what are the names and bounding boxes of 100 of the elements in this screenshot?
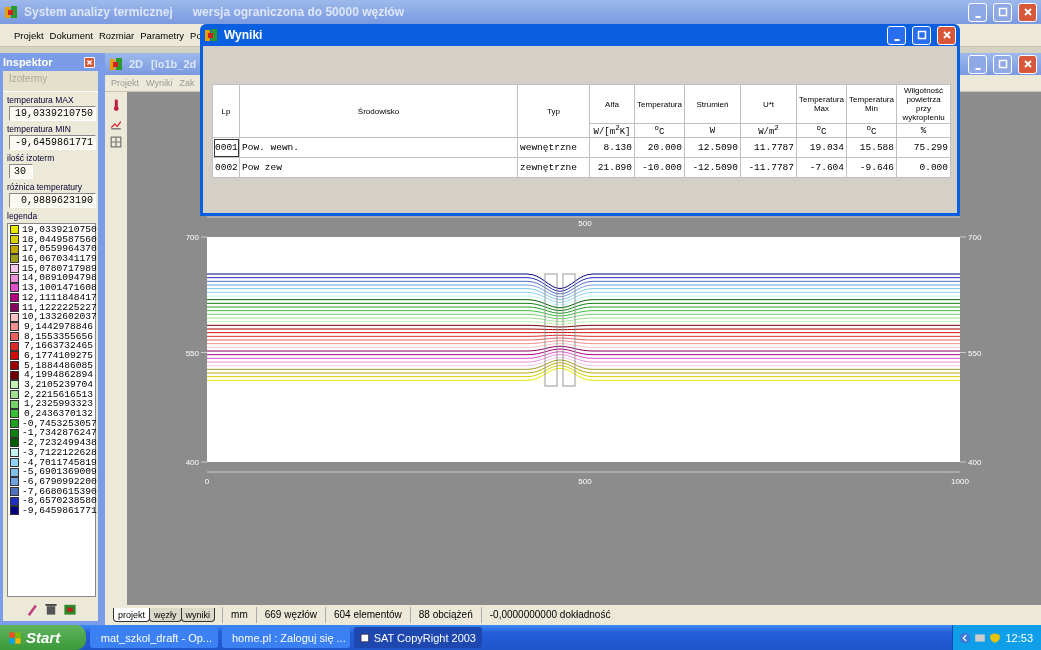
legend-value: 2,2215616513 [22,389,93,400]
column-header: Temperatura Max [796,84,847,124]
legend-value: -5,6901369009 [22,467,97,477]
maximize-icon [997,7,1008,17]
axis-tick-label: 500 [578,219,592,228]
legend-value: 15,0780717989 [22,263,97,274]
table-cell: zewnętrzne [517,157,590,178]
close-button[interactable] [937,25,956,45]
sheet-tab[interactable]: wyniki [180,608,216,622]
close-button[interactable] [1018,2,1037,22]
column-header: Temperatura Min [846,84,897,124]
legend-value: -3,7122122628 [22,447,97,458]
windows-logo-icon [8,630,22,645]
table-cell: -9.646 [846,157,897,178]
table-cell: 0002 [212,157,240,178]
table-cell: 11.7787 [740,137,797,158]
legend-value: -2,7232499438 [22,438,97,448]
legend-value: -7,6680615390 [22,486,97,497]
panel-title: Inspektor [3,56,53,68]
legend-title: legenda [6,210,39,222]
minimize-icon [974,67,981,70]
legend-value: -4,7011745819 [22,457,97,468]
field-label: temperatura MAX [6,94,75,106]
input-field[interactable]: -9,6459861771 [9,135,96,150]
close-icon [1022,59,1033,69]
axis-tick-label: 700 [968,233,982,242]
close-button[interactable] [1018,54,1037,74]
legend-value: -1,7342876247 [22,428,97,439]
unit-header: $^{o}$C [796,123,847,138]
close-icon [86,58,93,66]
document-title: 2D [129,58,144,70]
input-field[interactable]: 0,9889623190 [9,193,96,208]
legend-value: 8,1553355656 [22,331,93,342]
column-header: Strumień [684,84,741,124]
status-text: 604 elementów [325,607,410,623]
status-text: 88 obciążeń [409,607,481,623]
sheet-tab[interactable]: projekt [113,608,150,622]
table-cell: Pow zew [239,157,518,178]
app-icon [204,28,218,42]
table-cell: 0001 [212,137,240,158]
sheet-tab[interactable]: węzły [149,608,182,622]
legend-value: 1,2325993323 [22,399,93,410]
window-subtitle: wersja ograniczona do 50000 węzłów [192,5,405,19]
legend-value: 17,0559964370 [22,244,97,255]
column-header: Środowisko [239,84,518,138]
close-button[interactable] [84,56,95,68]
table-cell: wewnętrzne [517,137,590,158]
legend-value: 9,1442978846 [23,321,93,332]
menu-item[interactable]: Parametry [140,29,185,41]
legend-value: 13,1001471608 [22,283,97,293]
field-label: ilość izoterm [6,152,56,164]
table-cell: 19.034 [796,137,847,158]
minimize-button[interactable] [968,2,987,22]
axis-tick-label: 500 [578,477,592,486]
close-icon [941,30,952,40]
maximize-button[interactable] [912,25,931,45]
field-label: temperatura MIN [6,123,72,135]
axis-tick-label: 700 [185,233,199,242]
legend-value: 11,1222225227 [22,302,97,313]
taskbar-button[interactable]: mat_szkol_draft - Op... [90,627,218,648]
legend-value: 4,1994862894 [22,370,93,380]
line-chart-icon [109,118,123,130]
menu-item[interactable]: Rozmiar [98,29,135,41]
legend-value: 6,1774109275 [22,350,93,361]
axis-tick-label: 0 [204,477,210,486]
table-cell: 12.5090 [684,137,741,158]
unit-header: W/m$^{2}$ [740,123,797,138]
input-field[interactable]: 30 [9,164,33,179]
legend-value: 0,2436370132 [22,409,93,419]
grid-icon [110,136,122,148]
maximize-button[interactable] [993,2,1012,22]
minimize-button[interactable] [887,25,906,45]
column-header: Temperatura [634,84,685,124]
building-icon [62,602,77,616]
shield-icon [989,631,1001,644]
menu-item[interactable]: Projekt [14,29,44,41]
column-header: U*t [740,84,797,124]
input-field[interactable]: 19,0339210750 [9,106,96,121]
column-header: Typ [517,84,590,138]
unit-header: W/[m$^{2}$K] [589,123,635,138]
section-header: Izotermy [3,71,98,92]
column-header: Lp [212,84,240,138]
status-text: mm [222,607,256,623]
legend-value: 19,0339210750 [22,225,97,235]
minimize-button[interactable] [968,54,987,74]
axis-tick-label: 400 [968,458,982,467]
legend-value: 18,0449587560 [22,234,97,245]
taskbar-button[interactable]: home.pl : Zaloguj się ... [222,627,350,648]
legend-value: -6,6790992200 [22,476,97,487]
app-icon [109,57,123,71]
maximize-button[interactable] [993,54,1012,74]
legend-value: 14,0891094798 [22,273,97,284]
unit-header: $^{o}$C [634,123,685,138]
table-cell: -12.5090 [684,157,741,178]
table-cell: Pow. wewn. [239,137,518,158]
taskbar-button[interactable]: SAT CopyRight 2003 [354,627,482,648]
menu-item[interactable]: Dokument [49,29,93,41]
column-header: Wilgotność powietrza przy wykropleniu [896,84,951,124]
table-cell: 20.000 [634,137,685,158]
axis-tick-label: 400 [185,458,199,467]
